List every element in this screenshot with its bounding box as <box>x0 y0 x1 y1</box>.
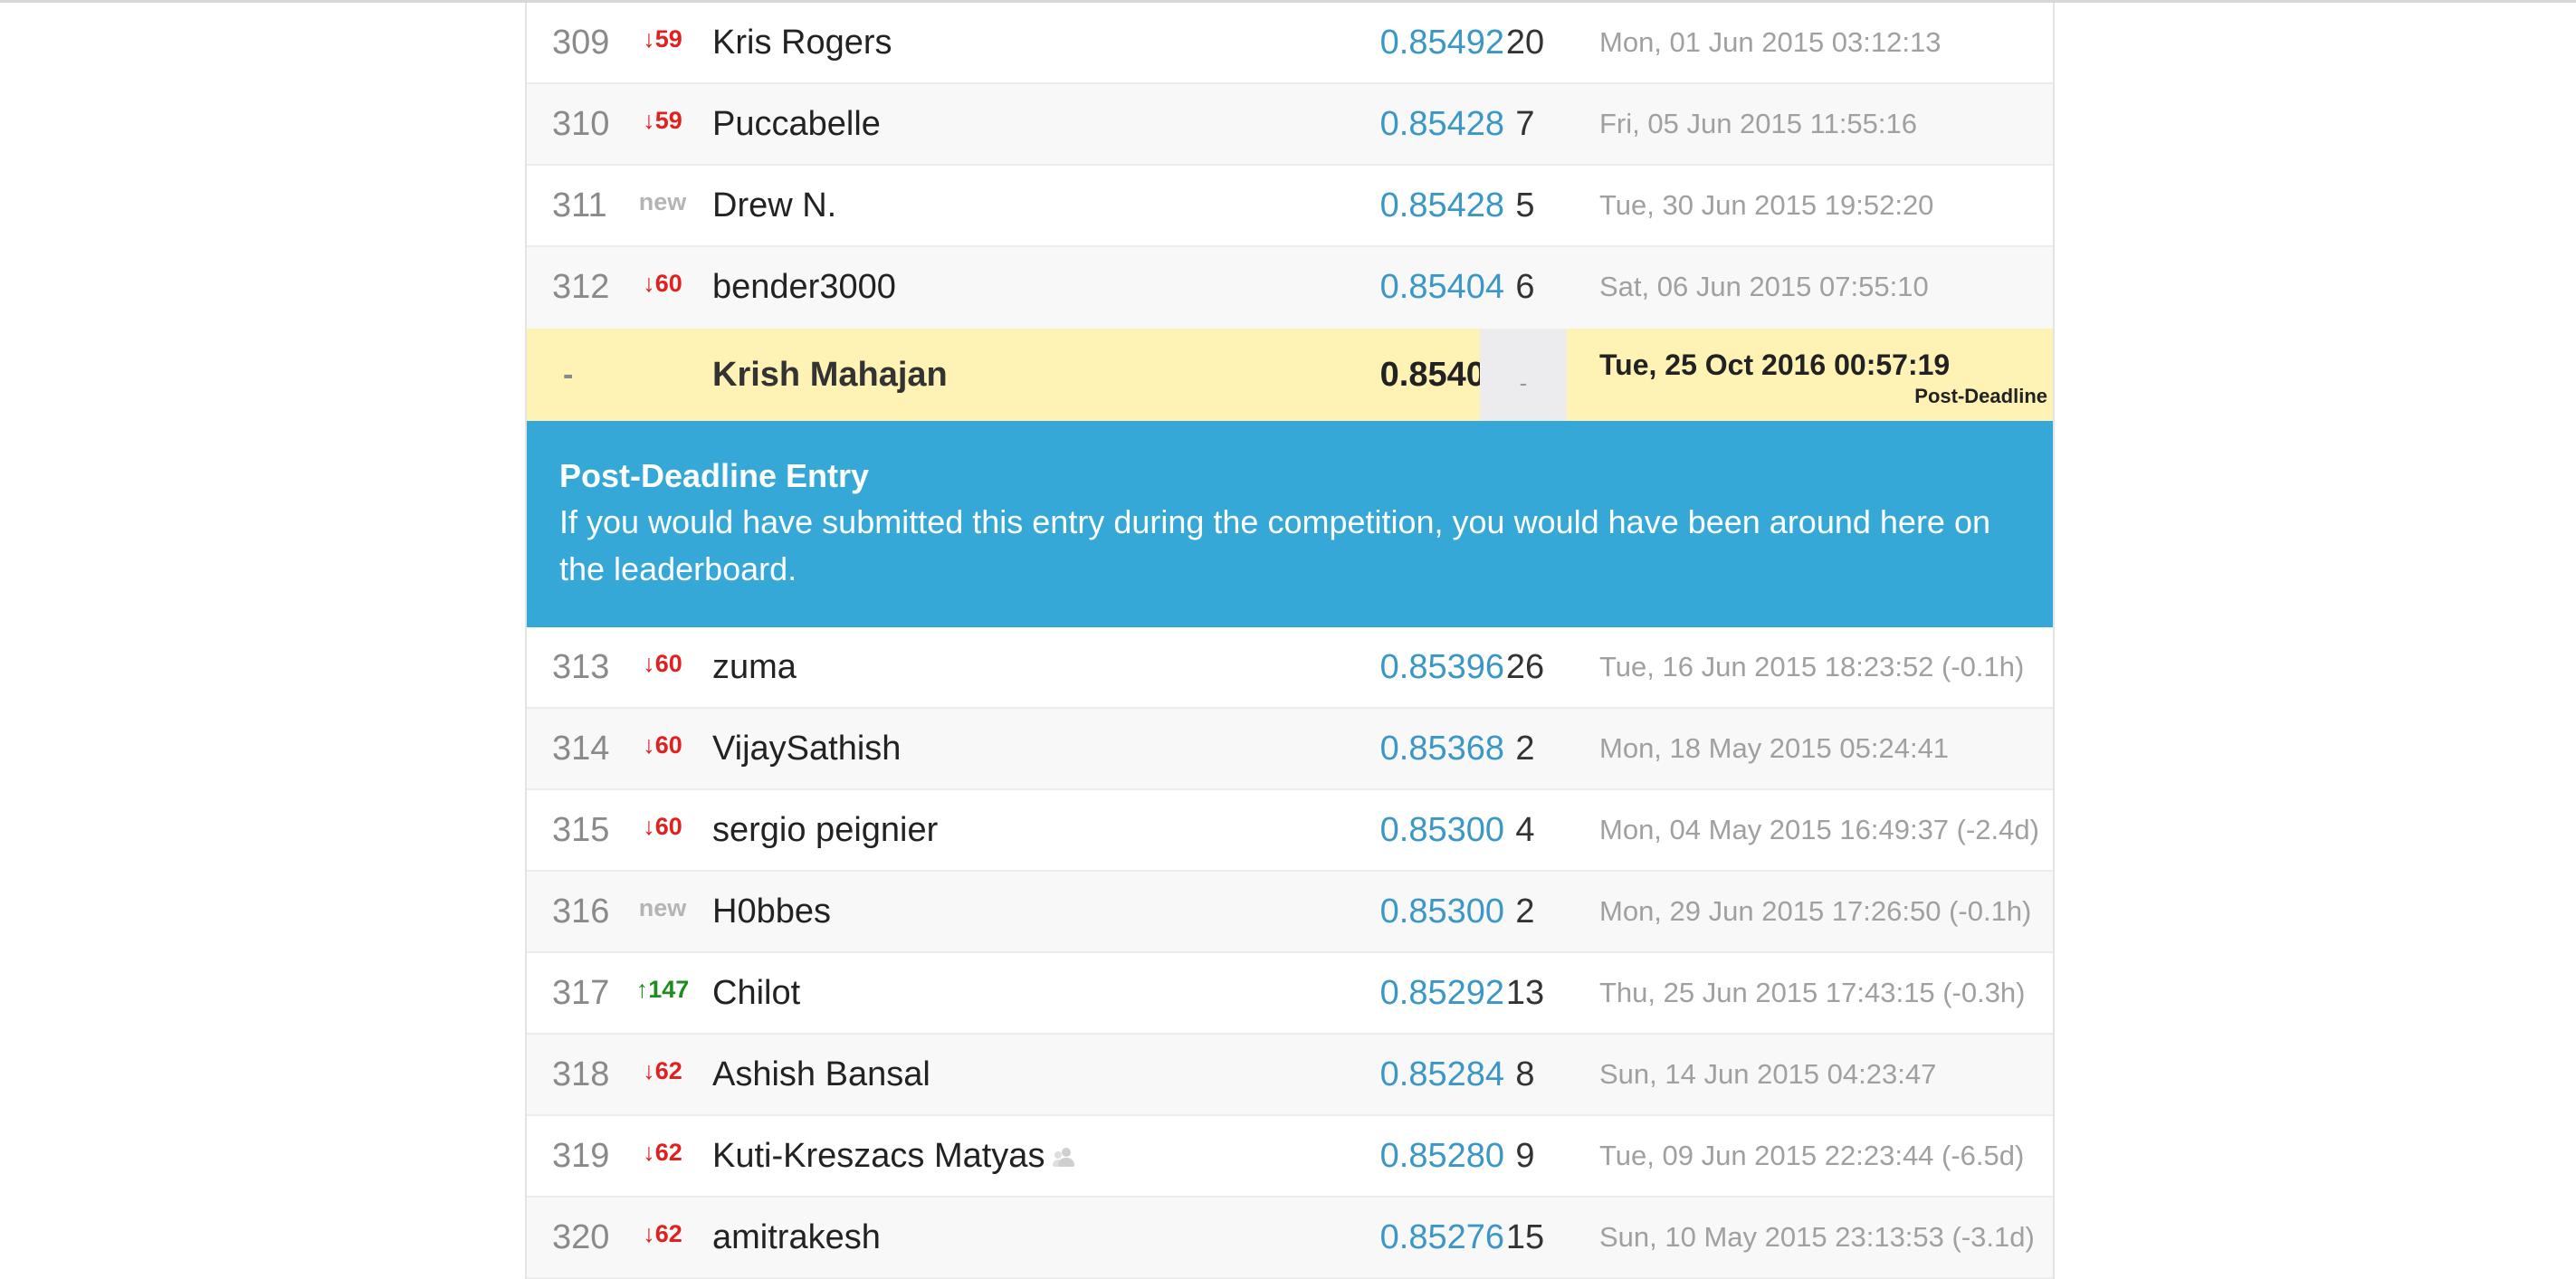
entries-count: 26 <box>1505 648 1545 686</box>
rank-change: ↓60 <box>643 270 682 297</box>
banner-text: If you would have submitted this entry d… <box>559 503 1990 587</box>
table-row: 316 new H0bbes 0.85300 2 Mon, 29 Jun 201… <box>527 872 2053 953</box>
rank-change: ↓60 <box>643 650 682 677</box>
entries-count: 8 <box>1515 1055 1535 1093</box>
score[interactable]: 0.85276 <box>1323 1198 1504 1277</box>
rank-change: ↓59 <box>643 25 682 52</box>
last-submission: Mon, 04 May 2015 16:49:37 (-2.4d) <box>1599 814 2039 845</box>
last-submission: Fri, 05 Jun 2015 11:55:16 <box>1599 108 1918 139</box>
table-row: 315 ↓60 sergio peignier 0.85300 4 Mon, 0… <box>527 790 2053 872</box>
table-row: 320 ↓62 amitrakesh 0.85276 15 Sun, 10 Ma… <box>527 1198 2053 1279</box>
rank: 313 <box>552 648 610 686</box>
table-row: 312 ↓60 bender3000 0.85404 6 Sat, 06 Jun… <box>527 247 2053 329</box>
score[interactable]: 0.85404 <box>1323 247 1504 327</box>
table-row: 311 new Drew N. 0.85428 5 Tue, 30 Jun 20… <box>527 166 2053 247</box>
last-submission: Tue, 30 Jun 2015 19:52:20 <box>1599 189 1934 221</box>
last-submission: Tue, 09 Jun 2015 22:23:44 (-6.5d) <box>1599 1140 2025 1171</box>
table-row: 309 ↓59 Kris Rogers 0.85492 20 Mon, 01 J… <box>527 3 2053 84</box>
score[interactable]: 0.85396 <box>1323 627 1504 707</box>
team-name[interactable]: zuma <box>712 627 797 707</box>
banner-title: Post-Deadline Entry <box>559 457 870 494</box>
entries-count: 9 <box>1515 1137 1535 1175</box>
rank: 309 <box>552 24 610 62</box>
team-name[interactable]: Puccabelle <box>712 84 881 164</box>
team-name[interactable]: Kris Rogers <box>712 3 892 82</box>
score[interactable]: 0.85300 <box>1323 872 1504 951</box>
rank-change: new <box>638 188 687 215</box>
rank-change: ↓60 <box>643 731 682 759</box>
table-row: 310 ↓59 Puccabelle 0.85428 7 Fri, 05 Jun… <box>527 84 2053 166</box>
entries-count: 2 <box>1515 892 1535 931</box>
table-row: 319 ↓62 Kuti-Kreszacs Matyas 0.85280 9 T… <box>527 1116 2053 1198</box>
last-submission: Tue, 16 Jun 2015 18:23:52 (-0.1h) <box>1599 651 2025 682</box>
team-name[interactable]: amitrakesh <box>712 1198 881 1277</box>
score[interactable]: 0.85368 <box>1323 709 1504 788</box>
post-deadline-banner: Post-Deadline Entry If you would have su… <box>527 421 2053 627</box>
last-submission: Mon, 18 May 2015 05:24:41 <box>1599 732 1950 764</box>
entries-count: 7 <box>1515 105 1535 143</box>
rank: 319 <box>552 1137 610 1175</box>
rank: 315 <box>552 811 610 849</box>
rank: 310 <box>552 105 610 143</box>
table-row: 317 ↑147 Chilot 0.85292 13 Thu, 25 Jun 2… <box>527 953 2053 1035</box>
entries-count: 20 <box>1505 24 1545 62</box>
last-submission: Thu, 25 Jun 2015 17:43:15 (-0.3h) <box>1599 977 2026 1008</box>
my-rank: - <box>563 358 574 392</box>
last-submission: Sun, 10 May 2015 23:13:53 (-3.1d) <box>1599 1221 2035 1253</box>
last-submission: Mon, 01 Jun 2015 03:12:13 <box>1599 26 1942 58</box>
entries-count: 4 <box>1515 811 1535 849</box>
rank-change: ↓62 <box>643 1220 682 1247</box>
entries-count: 5 <box>1515 186 1535 224</box>
team-name[interactable]: H0bbes <box>712 872 831 951</box>
rank: 312 <box>552 268 610 306</box>
rank-change: ↑147 <box>635 976 690 1003</box>
entries-count: 2 <box>1515 730 1535 768</box>
team-name[interactable]: VijaySathish <box>712 709 901 788</box>
last-submission: Sat, 06 Jun 2015 07:55:10 <box>1599 271 1929 302</box>
table-row: 314 ↓60 VijaySathish 0.85368 2 Mon, 18 M… <box>527 709 2053 790</box>
rank: 311 <box>552 186 607 224</box>
score[interactable]: 0.85280 <box>1323 1116 1504 1196</box>
table-row: 318 ↓62 Ashish Bansal 0.85284 8 Sun, 14 … <box>527 1035 2053 1116</box>
score[interactable]: 0.85300 <box>1323 790 1504 870</box>
entries-count: 13 <box>1505 974 1545 1012</box>
rank: 320 <box>552 1218 610 1256</box>
table-row: 313 ↓60 zuma 0.85396 26 Tue, 16 Jun 2015… <box>527 627 2053 709</box>
last-submission: Sun, 14 Jun 2015 04:23:47 <box>1599 1058 1937 1090</box>
my-name: Krish Mahajan <box>712 356 948 394</box>
team-name[interactable]: sergio peignier <box>712 790 938 870</box>
team-name-with-icon: Kuti-Kreszacs Matyas <box>712 1116 1077 1196</box>
rank: 314 <box>552 730 610 768</box>
my-entry-row: - Krish Mahajan 0.85404 - Tue, 25 Oct 20… <box>527 329 2053 421</box>
last-submission: Mon, 29 Jun 2015 17:26:50 (-0.1h) <box>1599 895 2032 927</box>
leaderboard-table: 309 ↓59 Kris Rogers 0.85492 20 Mon, 01 J… <box>525 3 2055 1279</box>
score[interactable]: 0.85284 <box>1323 1035 1504 1114</box>
rank-change: new <box>638 894 687 921</box>
post-deadline-tag: Post-Deadline <box>1914 385 2047 407</box>
score[interactable]: 0.85428 <box>1323 84 1504 164</box>
rank-change: ↓60 <box>643 813 682 840</box>
team-name[interactable]: Drew N. <box>712 166 836 245</box>
rank: 317 <box>552 974 610 1012</box>
score[interactable]: 0.85292 <box>1323 953 1504 1033</box>
rank-change: ↓59 <box>643 107 682 134</box>
rank-change: ↓62 <box>643 1139 682 1166</box>
team-name[interactable]: Chilot <box>712 953 800 1033</box>
score[interactable]: 0.85492 <box>1323 3 1504 82</box>
entries-count: 6 <box>1515 268 1535 306</box>
score[interactable]: 0.85428 <box>1323 166 1504 245</box>
team-name[interactable]: Kuti-Kreszacs Matyas <box>712 1137 1045 1175</box>
team-name[interactable]: Ashish Bansal <box>712 1035 930 1114</box>
team-icon <box>1053 1146 1077 1169</box>
rank: 318 <box>552 1055 610 1093</box>
rank-change: ↓62 <box>643 1057 682 1084</box>
entries-count: 15 <box>1505 1218 1545 1256</box>
rank: 316 <box>552 892 610 931</box>
team-name[interactable]: bender3000 <box>712 247 896 327</box>
